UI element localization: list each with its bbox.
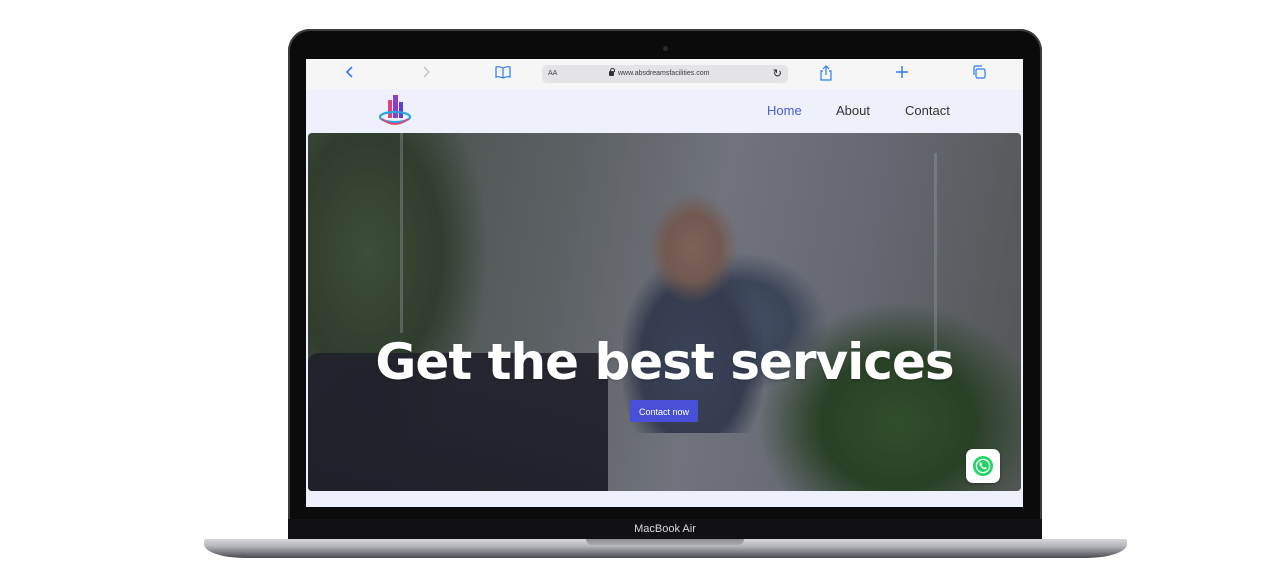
site-header: Home About Contact [306,89,1023,133]
nav-contact[interactable]: Contact [905,103,950,118]
nav-home[interactable]: Home [767,103,802,118]
laptop-base [204,539,1127,558]
forward-icon[interactable] [415,65,437,83]
reload-icon[interactable]: ↻ [773,65,782,83]
contact-now-button[interactable]: Contact now [630,400,698,422]
new-tab-icon[interactable] [891,65,913,83]
laptop-screen: AA www.absdreamsfacilities.com ↻ Home Ab… [306,59,1023,507]
camera-icon [663,46,668,51]
url-text: www.absdreamsfacilities.com [618,70,710,77]
lock-icon [609,68,615,76]
hero-section: Get the best services Contact now [308,133,1021,491]
company-logo[interactable] [376,92,414,130]
text-size-button[interactable]: AA [548,65,557,83]
hero-title: Get the best services [375,333,954,391]
share-icon[interactable] [815,65,837,83]
nav-about[interactable]: About [836,103,870,118]
address-bar[interactable]: AA www.absdreamsfacilities.com ↻ [542,65,788,83]
browser-toolbar: AA www.absdreamsfacilities.com ↻ [306,59,1023,90]
back-icon[interactable] [339,65,361,83]
tabs-icon[interactable] [968,65,990,83]
bookmarks-icon[interactable] [492,65,514,83]
laptop-notch [586,539,744,545]
laptop-lid: AA www.absdreamsfacilities.com ↻ Home Ab… [288,29,1042,542]
whatsapp-icon [973,456,993,476]
hero-overlay [308,133,1021,491]
device-label: MacBook Air [634,523,696,535]
whatsapp-button[interactable] [966,449,1000,483]
